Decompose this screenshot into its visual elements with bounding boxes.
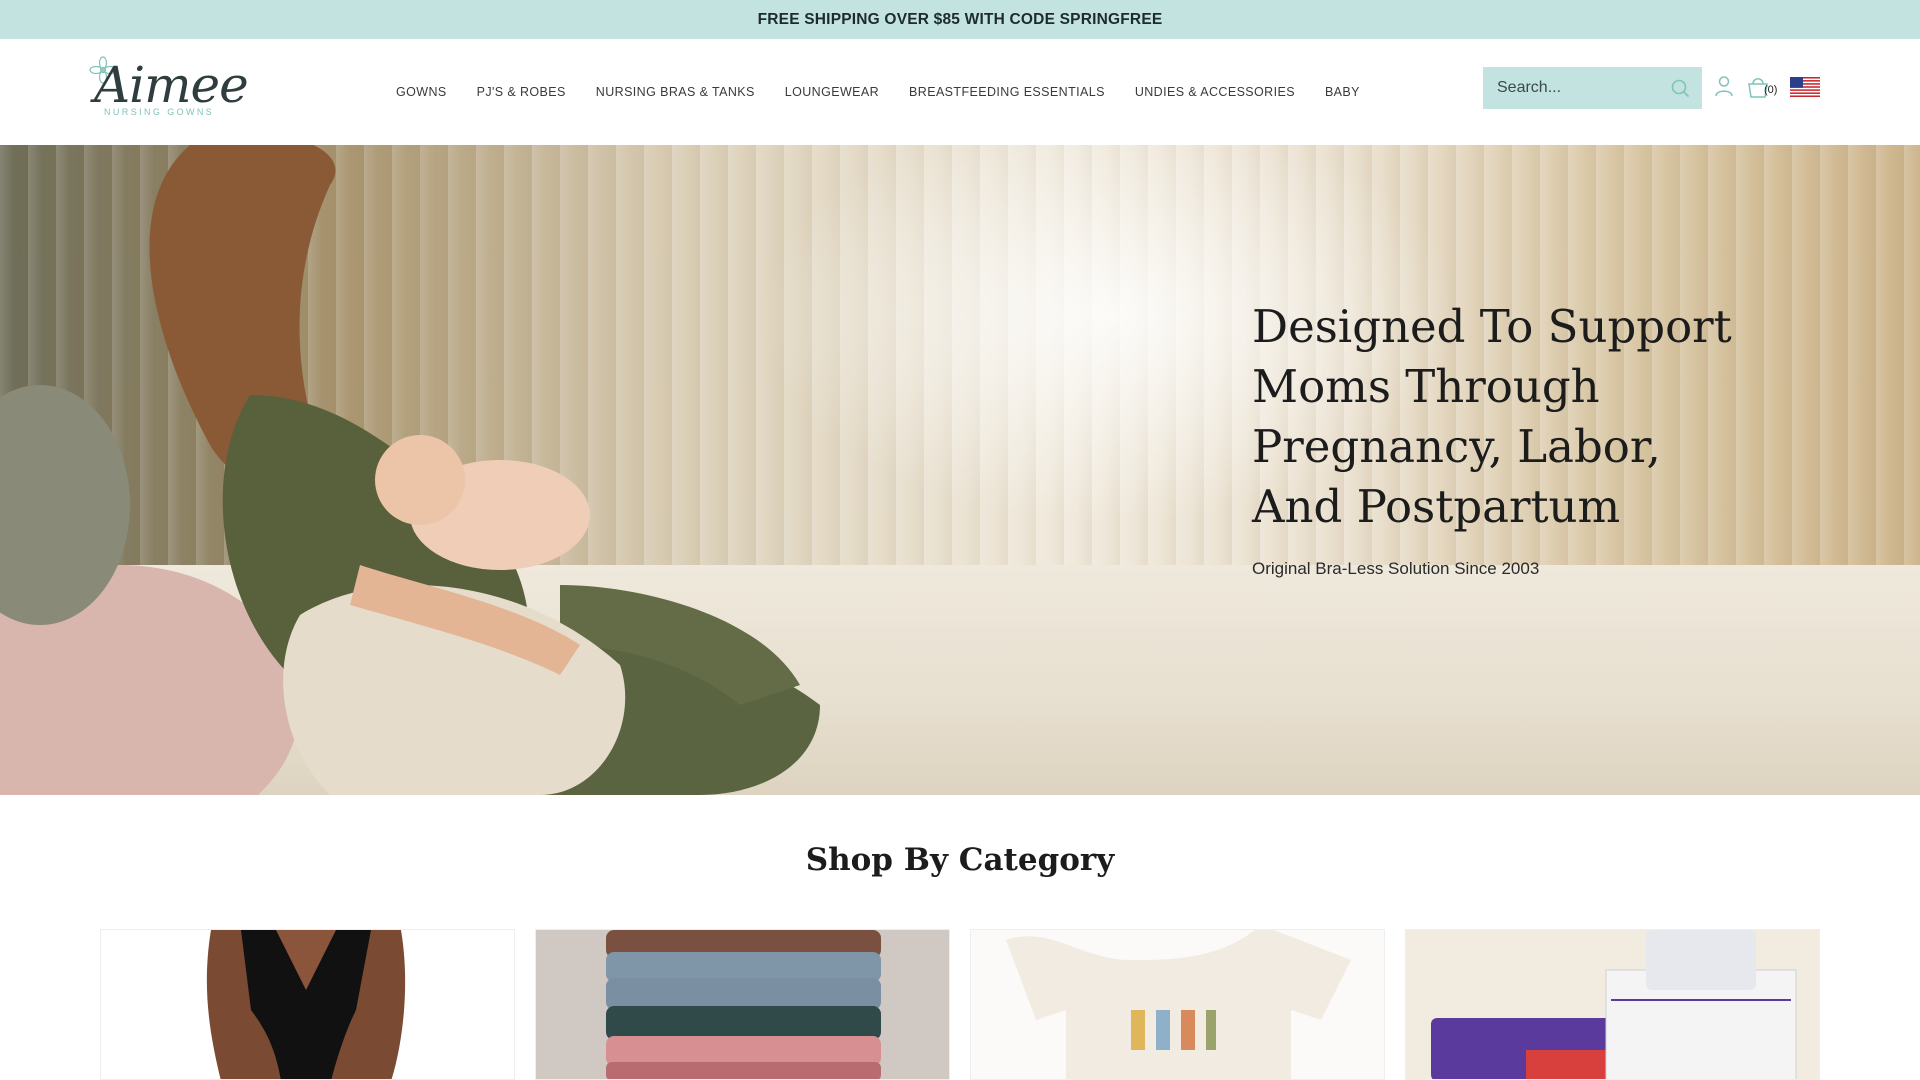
user-icon[interactable]	[1714, 75, 1734, 97]
announcement-text: FREE SHIPPING OVER $85 WITH CODE SPRINGF…	[757, 10, 1163, 28]
breastmilk-storage-bags-photo	[1431, 930, 1797, 1079]
announcement-bar: FREE SHIPPING OVER $85 WITH CODE SPRINGF…	[0, 0, 1920, 39]
nav-item-nursing-bras-tanks[interactable]: NURSING BRAS & TANKS	[596, 85, 755, 99]
search-input[interactable]	[1497, 79, 1657, 97]
stacked-undies-photo	[606, 930, 881, 1079]
search-icon[interactable]	[1670, 78, 1690, 98]
category-card-breastfeeding-essentials[interactable]	[1405, 929, 1820, 1080]
hero-title: Designed To Support Moms Through Pregnan…	[1252, 300, 1732, 533]
category-card-gowns[interactable]	[100, 929, 515, 1080]
hero-banner: Designed To Support Moms Through Pregnan…	[0, 145, 1920, 795]
nav-item-gowns[interactable]: GOWNS	[396, 85, 447, 99]
hero-subtitle: Original Bra-Less Solution Since 2003	[1252, 559, 1540, 578]
logo[interactable]: Aimee NURSING GOWNS	[88, 55, 249, 127]
nav-item-breastfeeding-essentials[interactable]: BREASTFEEDING ESSENTIALS	[909, 85, 1105, 99]
category-card-baby[interactable]	[970, 929, 1385, 1080]
search-box	[1483, 67, 1702, 109]
nav-item-loungewear[interactable]: LOUNGEWEAR	[785, 85, 879, 99]
logo-tagline: NURSING GOWNS	[104, 107, 215, 117]
nav-item-pjs-robes[interactable]: PJ'S & ROBES	[477, 85, 566, 99]
us-flag-icon[interactable]	[1790, 77, 1820, 97]
category-section-title: Shop By Category	[805, 842, 1115, 878]
black-nursing-gown-photo	[206, 930, 406, 1079]
nav-item-baby[interactable]: BABY	[1325, 85, 1360, 99]
site-header: Aimee NURSING GOWNS GOWNS PJ'S & ROBES N…	[0, 39, 1920, 145]
cart-count[interactable]: (0)	[1764, 84, 1777, 96]
main-nav: GOWNS PJ'S & ROBES NURSING BRAS & TANKS …	[396, 39, 1390, 145]
category-card-undies[interactable]	[535, 929, 950, 1080]
nav-item-undies-accessories[interactable]: UNDIES & ACCESSORIES	[1135, 85, 1295, 99]
lil-bro-onesie-photo	[1006, 930, 1351, 1079]
logo-wordmark: Aimee	[94, 56, 249, 114]
hero-mother-baby-image	[0, 145, 820, 795]
